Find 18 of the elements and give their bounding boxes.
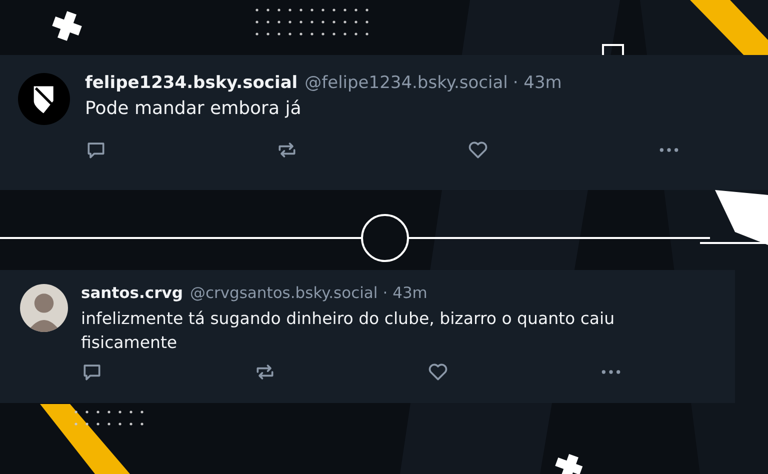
- display-name[interactable]: felipe1234.bsky.social: [85, 73, 298, 93]
- avatar-placeholder[interactable]: [20, 284, 68, 332]
- user-handle[interactable]: @crvgsantos.bsky.social: [190, 284, 378, 302]
- plus-sign-decoration: [555, 454, 583, 474]
- post-text: Pode mandar embora já: [85, 98, 302, 119]
- plus-sign-decoration: [52, 11, 82, 41]
- post-time: · 43m: [382, 284, 428, 302]
- display-name[interactable]: santos.crvg: [81, 284, 183, 302]
- dot-grid-pattern: [74, 410, 144, 426]
- heart-icon[interactable]: [427, 360, 449, 383]
- post-time: · 43m: [512, 73, 562, 93]
- crest-avatar[interactable]: [18, 73, 70, 125]
- more-options-icon[interactable]: [658, 146, 680, 154]
- user-handle[interactable]: @felipe1234.bsky.social: [304, 73, 508, 93]
- post-text: infelizmente tá sugando dinheiro do clube, bizarro o quanto caiu fisicamente: [81, 308, 616, 354]
- heart-icon[interactable]: [467, 139, 489, 161]
- more-options-icon[interactable]: [600, 368, 622, 376]
- angled-shape-decoration: [715, 190, 768, 245]
